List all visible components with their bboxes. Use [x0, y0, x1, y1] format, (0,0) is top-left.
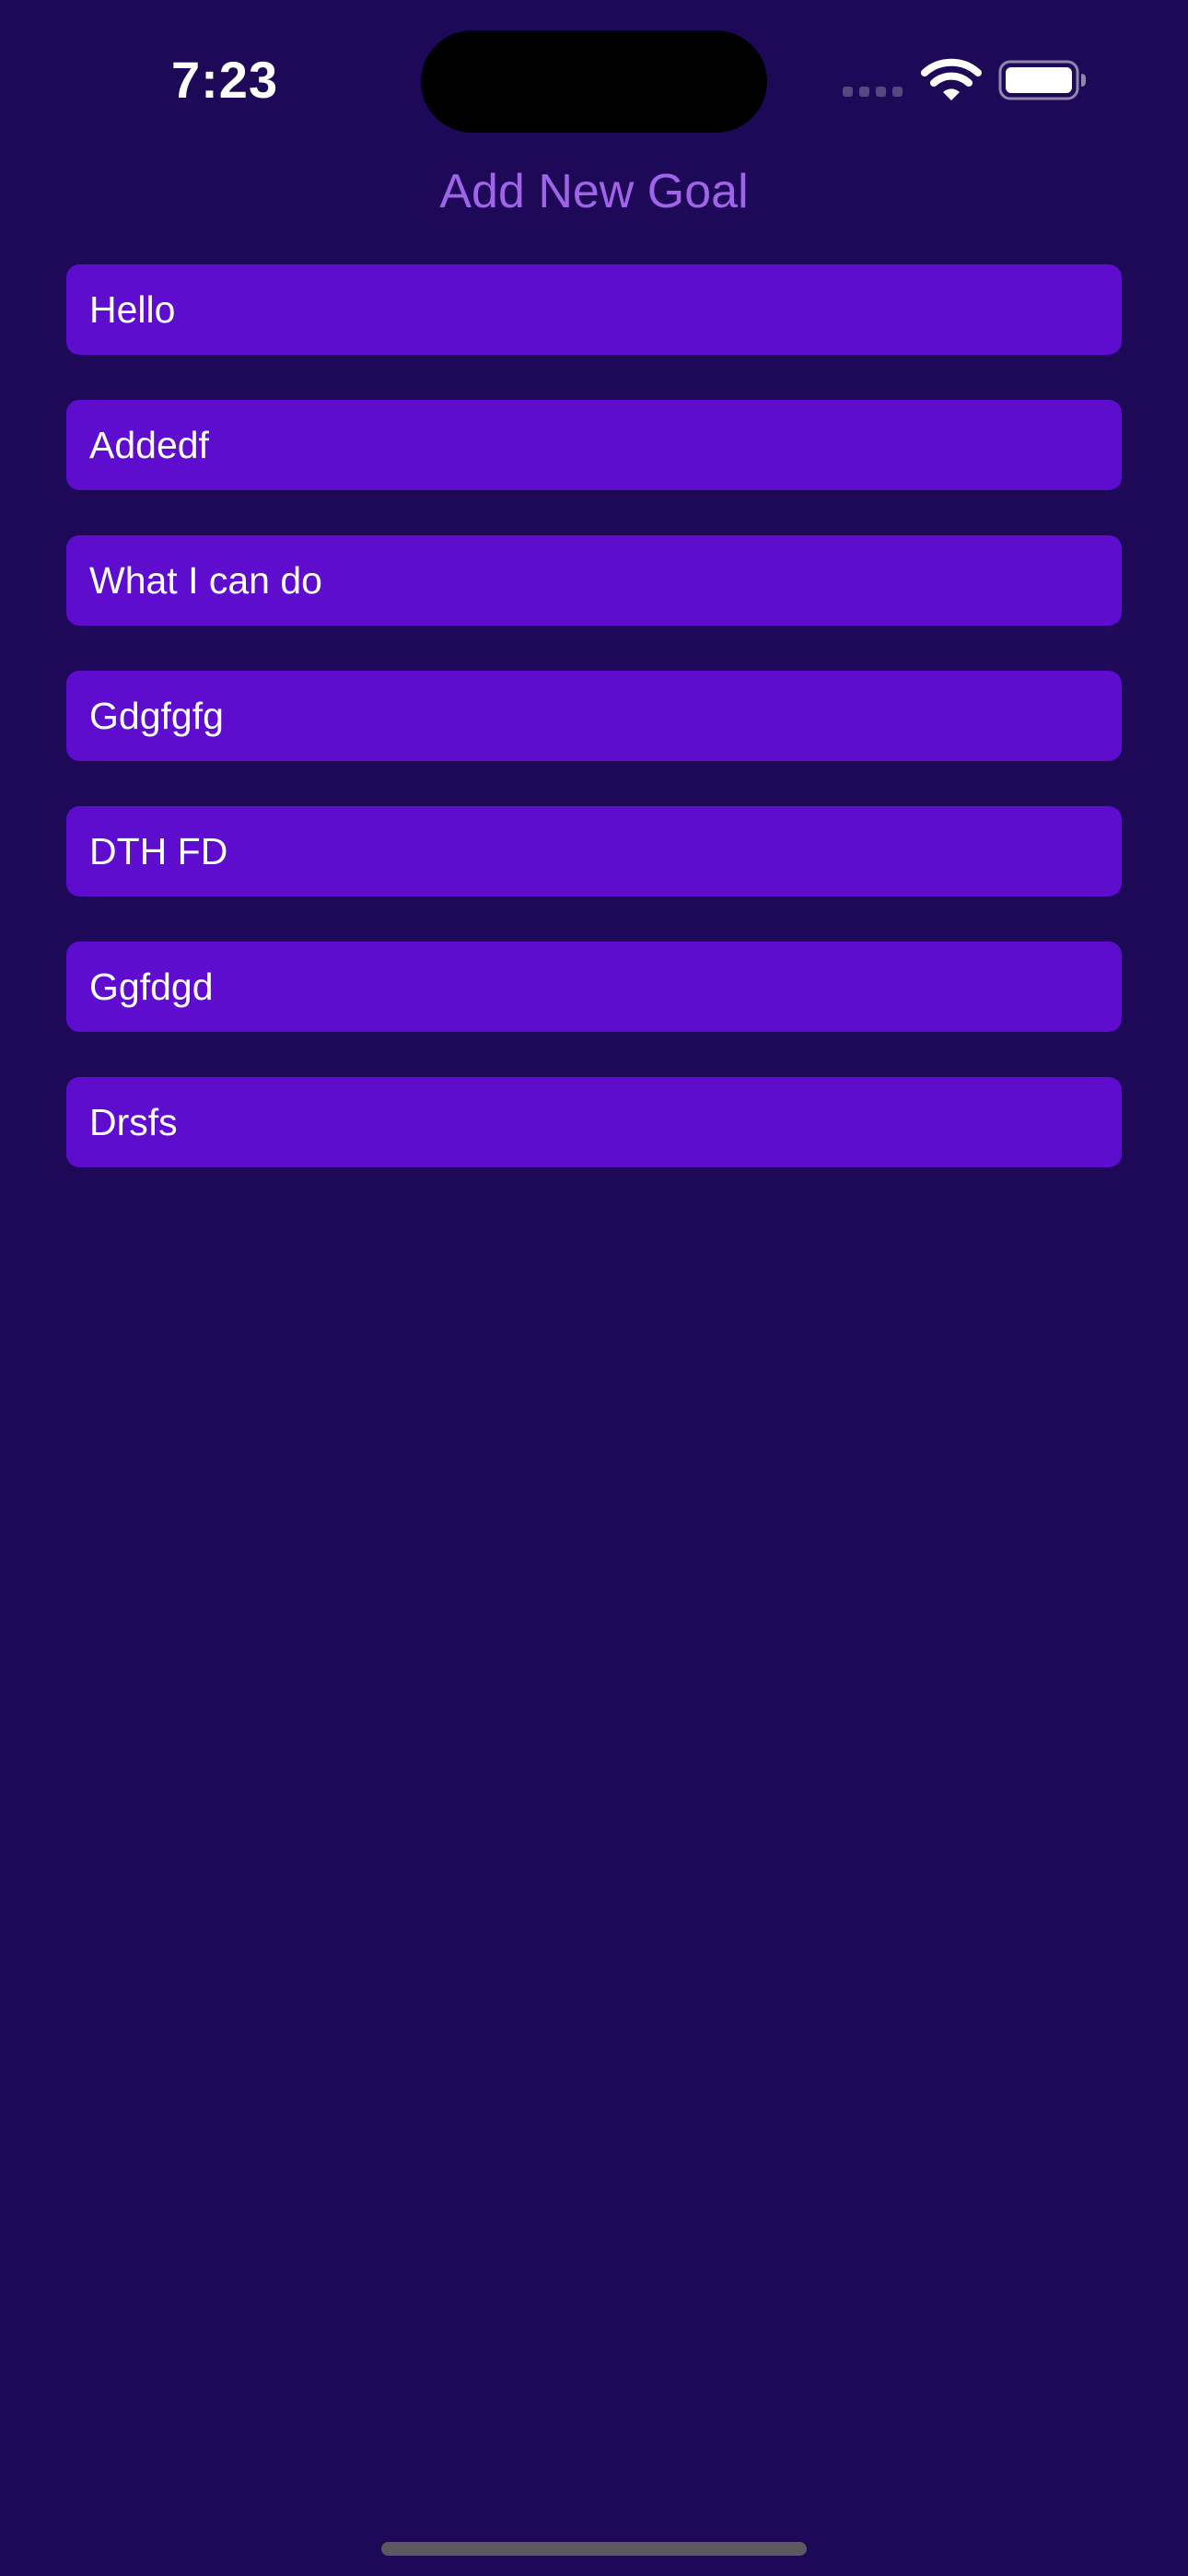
add-new-goal-button[interactable]: Add New Goal [0, 158, 1188, 225]
goal-item[interactable]: Drsfs [66, 1077, 1122, 1167]
goal-item[interactable]: Gdgfgfg [66, 671, 1122, 761]
goal-item[interactable]: What I can do [66, 535, 1122, 626]
home-indicator[interactable] [381, 2542, 807, 2556]
cellular-signal-icon [843, 87, 903, 98]
goal-list: Hello Addedf What I can do Gdgfgfg DTH F… [66, 264, 1122, 1212]
goal-item[interactable]: Ggfdgd [66, 942, 1122, 1032]
battery-icon [998, 60, 1086, 100]
wifi-icon [921, 58, 982, 100]
dynamic-island [421, 30, 767, 133]
status-time: 7:23 [171, 51, 279, 109]
goal-item[interactable]: Hello [66, 264, 1122, 355]
goal-item[interactable]: Addedf [66, 400, 1122, 490]
goal-item[interactable]: DTH FD [66, 806, 1122, 896]
